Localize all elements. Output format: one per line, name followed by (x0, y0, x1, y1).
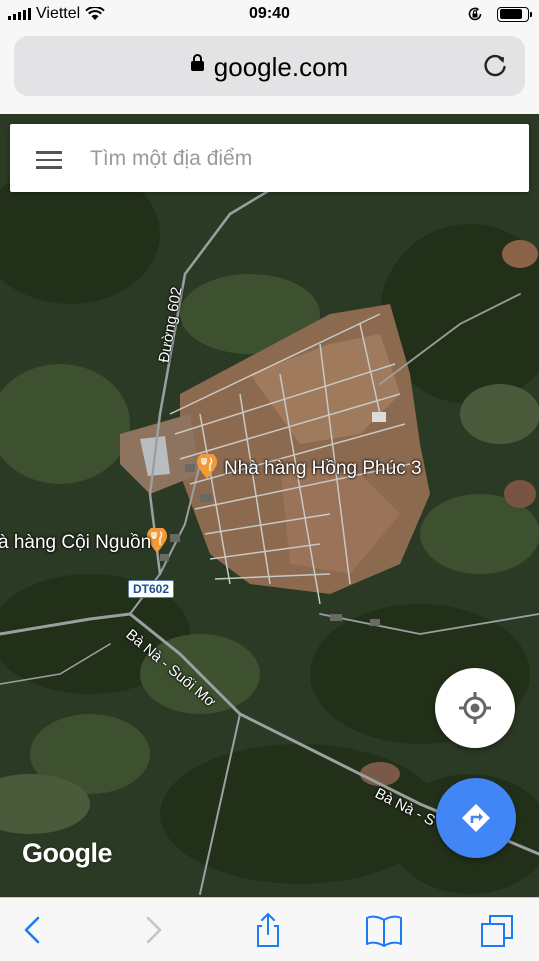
browser-toolbar (0, 897, 539, 961)
google-logo: Google (22, 838, 113, 868)
battery-icon (497, 6, 532, 22)
share-icon[interactable] (248, 912, 288, 948)
place-label-hong-phuc[interactable]: Nhà hàng Hồng Phúc 3 (224, 458, 422, 480)
status-time: 09:40 (249, 5, 290, 22)
tabs-icon[interactable] (478, 912, 518, 948)
address-bar[interactable]: google.com (14, 36, 525, 96)
url-text: google.com (213, 52, 349, 82)
browser-address-area: google.com (0, 30, 539, 114)
my-location-icon (459, 692, 491, 724)
directions-icon (462, 804, 490, 832)
search-box[interactable] (10, 124, 529, 192)
map-view[interactable]: Đường 602 DT602 Bà Nà - Suối Mơ Bà Nà - … (0, 114, 539, 897)
menu-icon[interactable] (36, 151, 62, 169)
directions-button[interactable] (436, 778, 516, 858)
search-input[interactable] (88, 140, 512, 178)
forward-icon[interactable] (132, 912, 172, 948)
orientation-lock-icon (468, 7, 482, 21)
back-icon[interactable] (14, 912, 54, 948)
reload-icon[interactable] (481, 52, 509, 80)
bookmarks-icon[interactable] (364, 912, 404, 948)
lock-icon (190, 54, 204, 72)
status-bar: Viettel 09:40 (0, 0, 539, 30)
place-label-coi-nguon[interactable]: à hàng Cội Nguồn (0, 532, 151, 554)
restaurant-icon[interactable] (196, 454, 218, 480)
my-location-button[interactable] (435, 668, 515, 748)
road-shield-dt602: DT602 (128, 580, 175, 598)
